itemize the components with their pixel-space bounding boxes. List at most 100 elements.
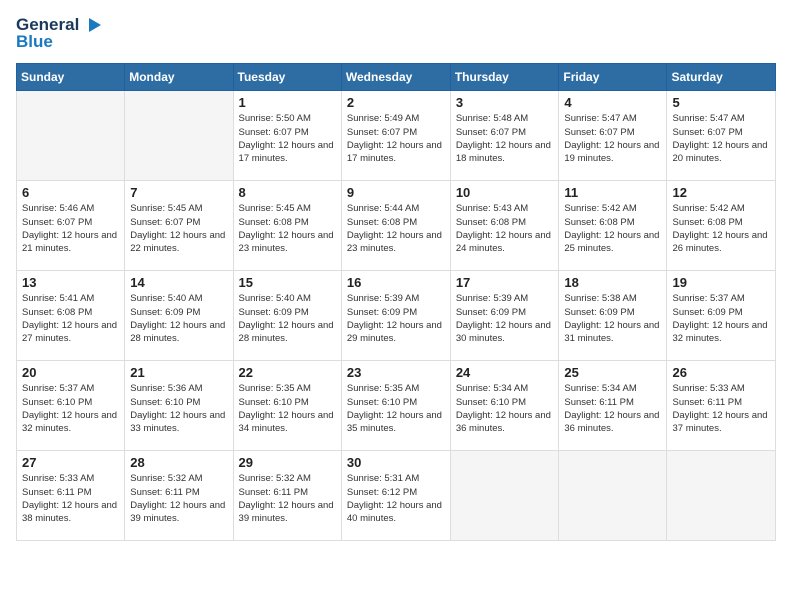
calendar-cell: 8 Sunrise: 5:45 AM Sunset: 6:08 PM Daylig… bbox=[233, 181, 341, 271]
cell-info: Sunrise: 5:42 AM Sunset: 6:08 PM Dayligh… bbox=[564, 202, 661, 255]
weekday-header: Sunday bbox=[17, 64, 125, 91]
calendar-cell: 14 Sunrise: 5:40 AM Sunset: 6:09 PM Dayli… bbox=[125, 271, 233, 361]
cell-info: Sunrise: 5:49 AM Sunset: 6:07 PM Dayligh… bbox=[347, 112, 445, 165]
weekday-header: Saturday bbox=[667, 64, 776, 91]
day-number: 4 bbox=[564, 95, 661, 110]
day-number: 30 bbox=[347, 455, 445, 470]
week-row: 6 Sunrise: 5:46 AM Sunset: 6:07 PM Daylig… bbox=[17, 181, 776, 271]
cell-info: Sunrise: 5:34 AM Sunset: 6:11 PM Dayligh… bbox=[564, 382, 661, 435]
calendar-cell: 4 Sunrise: 5:47 AM Sunset: 6:07 PM Daylig… bbox=[559, 91, 667, 181]
day-number: 27 bbox=[22, 455, 119, 470]
cell-info: Sunrise: 5:42 AM Sunset: 6:08 PM Dayligh… bbox=[672, 202, 770, 255]
calendar-cell: 20Sunrise: 5:37 AM Sunset: 6:10 PM Dayli… bbox=[17, 361, 125, 451]
calendar-cell: 3 Sunrise: 5:48 AM Sunset: 6:07 PM Daylig… bbox=[450, 91, 559, 181]
calendar-cell: 29Sunrise: 5:32 AM Sunset: 6:11 PM Dayli… bbox=[233, 451, 341, 541]
weekday-header: Tuesday bbox=[233, 64, 341, 91]
cell-info: Sunrise: 5:35 AM Sunset: 6:10 PM Dayligh… bbox=[347, 382, 445, 435]
cell-info: Sunrise: 5:39 AM Sunset: 6:09 PM Dayligh… bbox=[347, 292, 445, 345]
calendar-cell: 1 Sunrise: 5:50 AM Sunset: 6:07 PM Daylig… bbox=[233, 91, 341, 181]
cell-info: Sunrise: 5:31 AM Sunset: 6:12 PM Dayligh… bbox=[347, 472, 445, 525]
day-number: 6 bbox=[22, 185, 119, 200]
calendar-cell: 2 Sunrise: 5:49 AM Sunset: 6:07 PM Daylig… bbox=[341, 91, 450, 181]
calendar-table: SundayMondayTuesdayWednesdayThursdayFrid… bbox=[16, 63, 776, 541]
cell-info: Sunrise: 5:45 AM Sunset: 6:08 PM Dayligh… bbox=[239, 202, 336, 255]
calendar-cell: 28 Sunrise: 5:32 AM Sunset: 6:11 PM Dayli… bbox=[125, 451, 233, 541]
calendar-cell: 5 Sunrise: 5:47 AM Sunset: 6:07 PM Daylig… bbox=[667, 91, 776, 181]
weekday-header: Friday bbox=[559, 64, 667, 91]
week-row: 1 Sunrise: 5:50 AM Sunset: 6:07 PM Daylig… bbox=[17, 91, 776, 181]
cell-info: Sunrise: 5:47 AM Sunset: 6:07 PM Dayligh… bbox=[564, 112, 661, 165]
day-number: 13 bbox=[22, 275, 119, 290]
day-number: 10 bbox=[456, 185, 554, 200]
calendar-cell: 11 Sunrise: 5:42 AM Sunset: 6:08 PM Dayli… bbox=[559, 181, 667, 271]
cell-info: Sunrise: 5:38 AM Sunset: 6:09 PM Dayligh… bbox=[564, 292, 661, 345]
calendar-cell bbox=[17, 91, 125, 181]
cell-info: Sunrise: 5:34 AM Sunset: 6:10 PM Dayligh… bbox=[456, 382, 554, 435]
weekday-header: Monday bbox=[125, 64, 233, 91]
day-number: 15 bbox=[239, 275, 336, 290]
day-number: 14 bbox=[130, 275, 227, 290]
day-number: 29 bbox=[239, 455, 336, 470]
cell-info: Sunrise: 5:46 AM Sunset: 6:07 PM Dayligh… bbox=[22, 202, 119, 255]
cell-info: Sunrise: 5:50 AM Sunset: 6:07 PM Dayligh… bbox=[239, 112, 336, 165]
day-number: 8 bbox=[239, 185, 336, 200]
logo-arrow-icon bbox=[81, 16, 103, 34]
day-number: 28 bbox=[130, 455, 227, 470]
day-number: 17 bbox=[456, 275, 554, 290]
day-number: 7 bbox=[130, 185, 227, 200]
cell-info: Sunrise: 5:40 AM Sunset: 6:09 PM Dayligh… bbox=[130, 292, 227, 345]
calendar-cell: 6 Sunrise: 5:46 AM Sunset: 6:07 PM Daylig… bbox=[17, 181, 125, 271]
day-number: 23 bbox=[347, 365, 445, 380]
calendar-cell: 7Sunrise: 5:45 AM Sunset: 6:07 PM Daylig… bbox=[125, 181, 233, 271]
week-row: 13 Sunrise: 5:41 AM Sunset: 6:08 PM Dayli… bbox=[17, 271, 776, 361]
day-number: 12 bbox=[672, 185, 770, 200]
day-number: 25 bbox=[564, 365, 661, 380]
calendar-cell: 24 Sunrise: 5:34 AM Sunset: 6:10 PM Dayli… bbox=[450, 361, 559, 451]
cell-info: Sunrise: 5:41 AM Sunset: 6:08 PM Dayligh… bbox=[22, 292, 119, 345]
cell-info: Sunrise: 5:47 AM Sunset: 6:07 PM Dayligh… bbox=[672, 112, 770, 165]
cell-info: Sunrise: 5:39 AM Sunset: 6:09 PM Dayligh… bbox=[456, 292, 554, 345]
week-row: 20Sunrise: 5:37 AM Sunset: 6:10 PM Dayli… bbox=[17, 361, 776, 451]
day-number: 9 bbox=[347, 185, 445, 200]
calendar-cell: 13 Sunrise: 5:41 AM Sunset: 6:08 PM Dayli… bbox=[17, 271, 125, 361]
page-header: General Blue bbox=[16, 16, 776, 51]
calendar-cell bbox=[450, 451, 559, 541]
day-number: 3 bbox=[456, 95, 554, 110]
cell-info: Sunrise: 5:44 AM Sunset: 6:08 PM Dayligh… bbox=[347, 202, 445, 255]
day-number: 16 bbox=[347, 275, 445, 290]
calendar-cell: 9 Sunrise: 5:44 AM Sunset: 6:08 PM Daylig… bbox=[341, 181, 450, 271]
logo-container: General Blue bbox=[16, 16, 103, 51]
logo: General Blue bbox=[16, 16, 103, 51]
calendar-cell: 21 Sunrise: 5:36 AM Sunset: 6:10 PM Dayli… bbox=[125, 361, 233, 451]
day-number: 24 bbox=[456, 365, 554, 380]
calendar-cell: 16 Sunrise: 5:39 AM Sunset: 6:09 PM Dayli… bbox=[341, 271, 450, 361]
day-number: 1 bbox=[239, 95, 336, 110]
day-number: 2 bbox=[347, 95, 445, 110]
day-number: 20 bbox=[22, 365, 119, 380]
logo-blue: Blue bbox=[16, 33, 103, 52]
day-number: 22 bbox=[239, 365, 336, 380]
cell-info: Sunrise: 5:40 AM Sunset: 6:09 PM Dayligh… bbox=[239, 292, 336, 345]
weekday-header-row: SundayMondayTuesdayWednesdayThursdayFrid… bbox=[17, 64, 776, 91]
day-number: 19 bbox=[672, 275, 770, 290]
day-number: 11 bbox=[564, 185, 661, 200]
calendar-cell: 17 Sunrise: 5:39 AM Sunset: 6:09 PM Dayli… bbox=[450, 271, 559, 361]
calendar-cell: 12 Sunrise: 5:42 AM Sunset: 6:08 PM Dayli… bbox=[667, 181, 776, 271]
calendar-cell: 18Sunrise: 5:38 AM Sunset: 6:09 PM Dayli… bbox=[559, 271, 667, 361]
cell-info: Sunrise: 5:32 AM Sunset: 6:11 PM Dayligh… bbox=[130, 472, 227, 525]
calendar-cell: 30 Sunrise: 5:31 AM Sunset: 6:12 PM Dayli… bbox=[341, 451, 450, 541]
calendar-cell: 26Sunrise: 5:33 AM Sunset: 6:11 PM Dayli… bbox=[667, 361, 776, 451]
cell-info: Sunrise: 5:48 AM Sunset: 6:07 PM Dayligh… bbox=[456, 112, 554, 165]
calendar-cell: 25 Sunrise: 5:34 AM Sunset: 6:11 PM Dayli… bbox=[559, 361, 667, 451]
cell-info: Sunrise: 5:36 AM Sunset: 6:10 PM Dayligh… bbox=[130, 382, 227, 435]
cell-info: Sunrise: 5:37 AM Sunset: 6:09 PM Dayligh… bbox=[672, 292, 770, 345]
calendar-cell: 22Sunrise: 5:35 AM Sunset: 6:10 PM Dayli… bbox=[233, 361, 341, 451]
cell-info: Sunrise: 5:43 AM Sunset: 6:08 PM Dayligh… bbox=[456, 202, 554, 255]
calendar-cell bbox=[559, 451, 667, 541]
day-number: 26 bbox=[672, 365, 770, 380]
calendar-cell bbox=[125, 91, 233, 181]
day-number: 5 bbox=[672, 95, 770, 110]
week-row: 27 Sunrise: 5:33 AM Sunset: 6:11 PM Dayli… bbox=[17, 451, 776, 541]
day-number: 21 bbox=[130, 365, 227, 380]
cell-info: Sunrise: 5:33 AM Sunset: 6:11 PM Dayligh… bbox=[22, 472, 119, 525]
